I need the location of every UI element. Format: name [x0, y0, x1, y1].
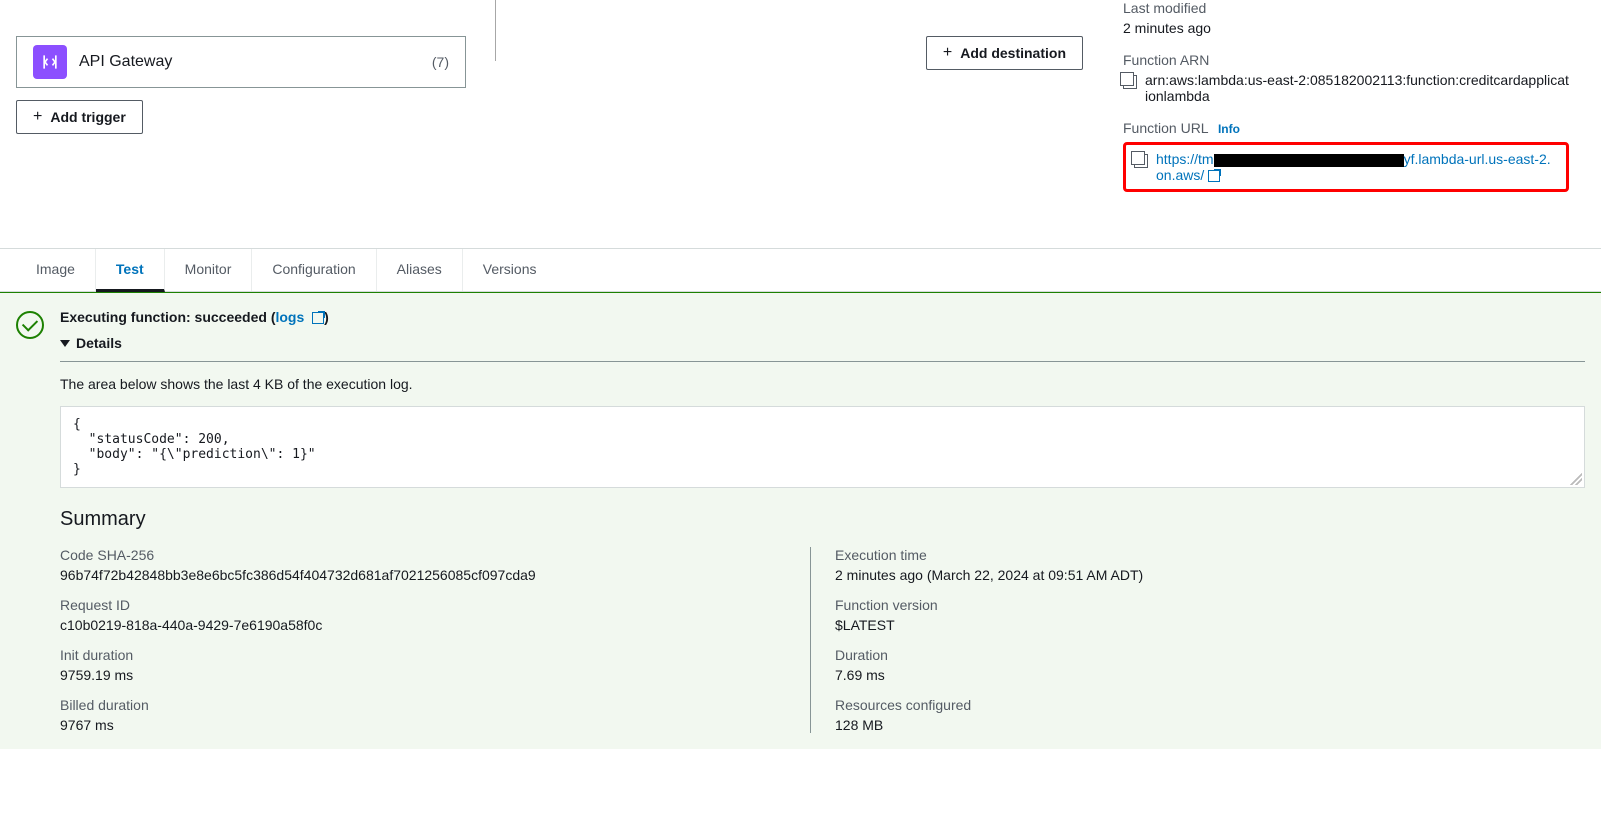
- add-destination-label: Add destination: [960, 45, 1066, 61]
- resize-handle-icon[interactable]: [1570, 473, 1582, 485]
- summary-title: Summary: [60, 508, 1585, 531]
- function-arn-label: Function ARN: [1123, 52, 1569, 68]
- function-url-label: Function URL Info: [1123, 120, 1569, 136]
- log-note: The area below shows the last 4 KB of th…: [60, 376, 1585, 392]
- execution-time-label: Execution time: [835, 547, 1561, 563]
- add-destination-button[interactable]: + Add destination: [926, 36, 1083, 70]
- plus-icon: +: [943, 45, 952, 61]
- duration-label: Duration: [835, 647, 1561, 663]
- redacted-text: [1214, 154, 1404, 167]
- logs-link[interactable]: logs: [275, 309, 324, 325]
- function-arn-value: arn:aws:lambda:us-east-2:085182002113:fu…: [1145, 72, 1569, 104]
- duration-value: 7.69 ms: [835, 667, 1561, 683]
- last-modified-value: 2 minutes ago: [1123, 20, 1569, 36]
- function-tabs: Image Test Monitor Configuration Aliases…: [0, 249, 1601, 292]
- billed-duration-value: 9767 ms: [60, 717, 786, 733]
- request-id-value: c10b0219-818a-440a-9429-7e6190a58f0c: [60, 617, 786, 633]
- function-url-highlight: https://tmyf.lambda-url.us-east-2.on.aws…: [1123, 142, 1569, 192]
- resources-configured-value: 128 MB: [835, 717, 1561, 733]
- api-gateway-trigger-node[interactable]: API Gateway (7): [16, 36, 466, 88]
- details-toggle[interactable]: Details: [60, 335, 1585, 362]
- tab-configuration[interactable]: Configuration: [252, 249, 376, 291]
- add-trigger-button[interactable]: + Add trigger: [16, 100, 143, 134]
- plus-icon: +: [33, 109, 42, 125]
- execution-time-value: 2 minutes ago (March 22, 2024 at 09:51 A…: [835, 567, 1561, 583]
- execution-result-panel: Executing function: succeeded (logs ) De…: [0, 292, 1601, 749]
- execution-result-title: Executing function: succeeded (logs ): [60, 309, 1585, 325]
- add-trigger-label: Add trigger: [50, 109, 125, 125]
- request-id-label: Request ID: [60, 597, 786, 613]
- resources-configured-label: Resources configured: [835, 697, 1561, 713]
- function-version-value: $LATEST: [835, 617, 1561, 633]
- init-duration-label: Init duration: [60, 647, 786, 663]
- function-designer: creditcardapplicationlambda API Gateway …: [16, 0, 910, 134]
- info-link[interactable]: Info: [1218, 122, 1240, 136]
- external-link-icon: [312, 312, 324, 324]
- tab-image[interactable]: Image: [16, 249, 96, 291]
- details-label: Details: [76, 335, 122, 351]
- last-modified-label: Last modified: [1123, 0, 1569, 16]
- tab-test[interactable]: Test: [96, 249, 165, 292]
- code-sha-value: 96b74f72b42848bb3e8e6bc5fc386d54f404732d…: [60, 567, 786, 583]
- summary-left-column: Code SHA-256 96b74f72b42848bb3e8e6bc5fc3…: [60, 547, 810, 733]
- function-info-panel: Last modified 2 minutes ago Function ARN…: [1115, 0, 1585, 208]
- function-version-label: Function version: [835, 597, 1561, 613]
- tab-monitor[interactable]: Monitor: [165, 249, 253, 291]
- api-gateway-count: (7): [432, 54, 449, 70]
- external-link-icon: [1208, 170, 1220, 182]
- connector-line: [476, 0, 496, 61]
- response-body-box[interactable]: { "statusCode": 200, "body": "{\"predict…: [60, 406, 1585, 488]
- tab-versions[interactable]: Versions: [463, 249, 557, 291]
- api-gateway-label: API Gateway: [79, 53, 420, 71]
- success-check-icon: [16, 311, 44, 339]
- tab-aliases[interactable]: Aliases: [377, 249, 463, 291]
- summary-right-column: Execution time 2 minutes ago (March 22, …: [810, 547, 1585, 733]
- triangle-down-icon: [60, 340, 70, 347]
- init-duration-value: 9759.19 ms: [60, 667, 786, 683]
- function-url-link[interactable]: https://tmyf.lambda-url.us-east-2.on.aws…: [1156, 151, 1558, 183]
- api-gateway-icon: [33, 45, 67, 79]
- code-sha-label: Code SHA-256: [60, 547, 786, 563]
- copy-icon[interactable]: [1123, 75, 1137, 89]
- copy-icon[interactable]: [1134, 154, 1148, 168]
- billed-duration-label: Billed duration: [60, 697, 786, 713]
